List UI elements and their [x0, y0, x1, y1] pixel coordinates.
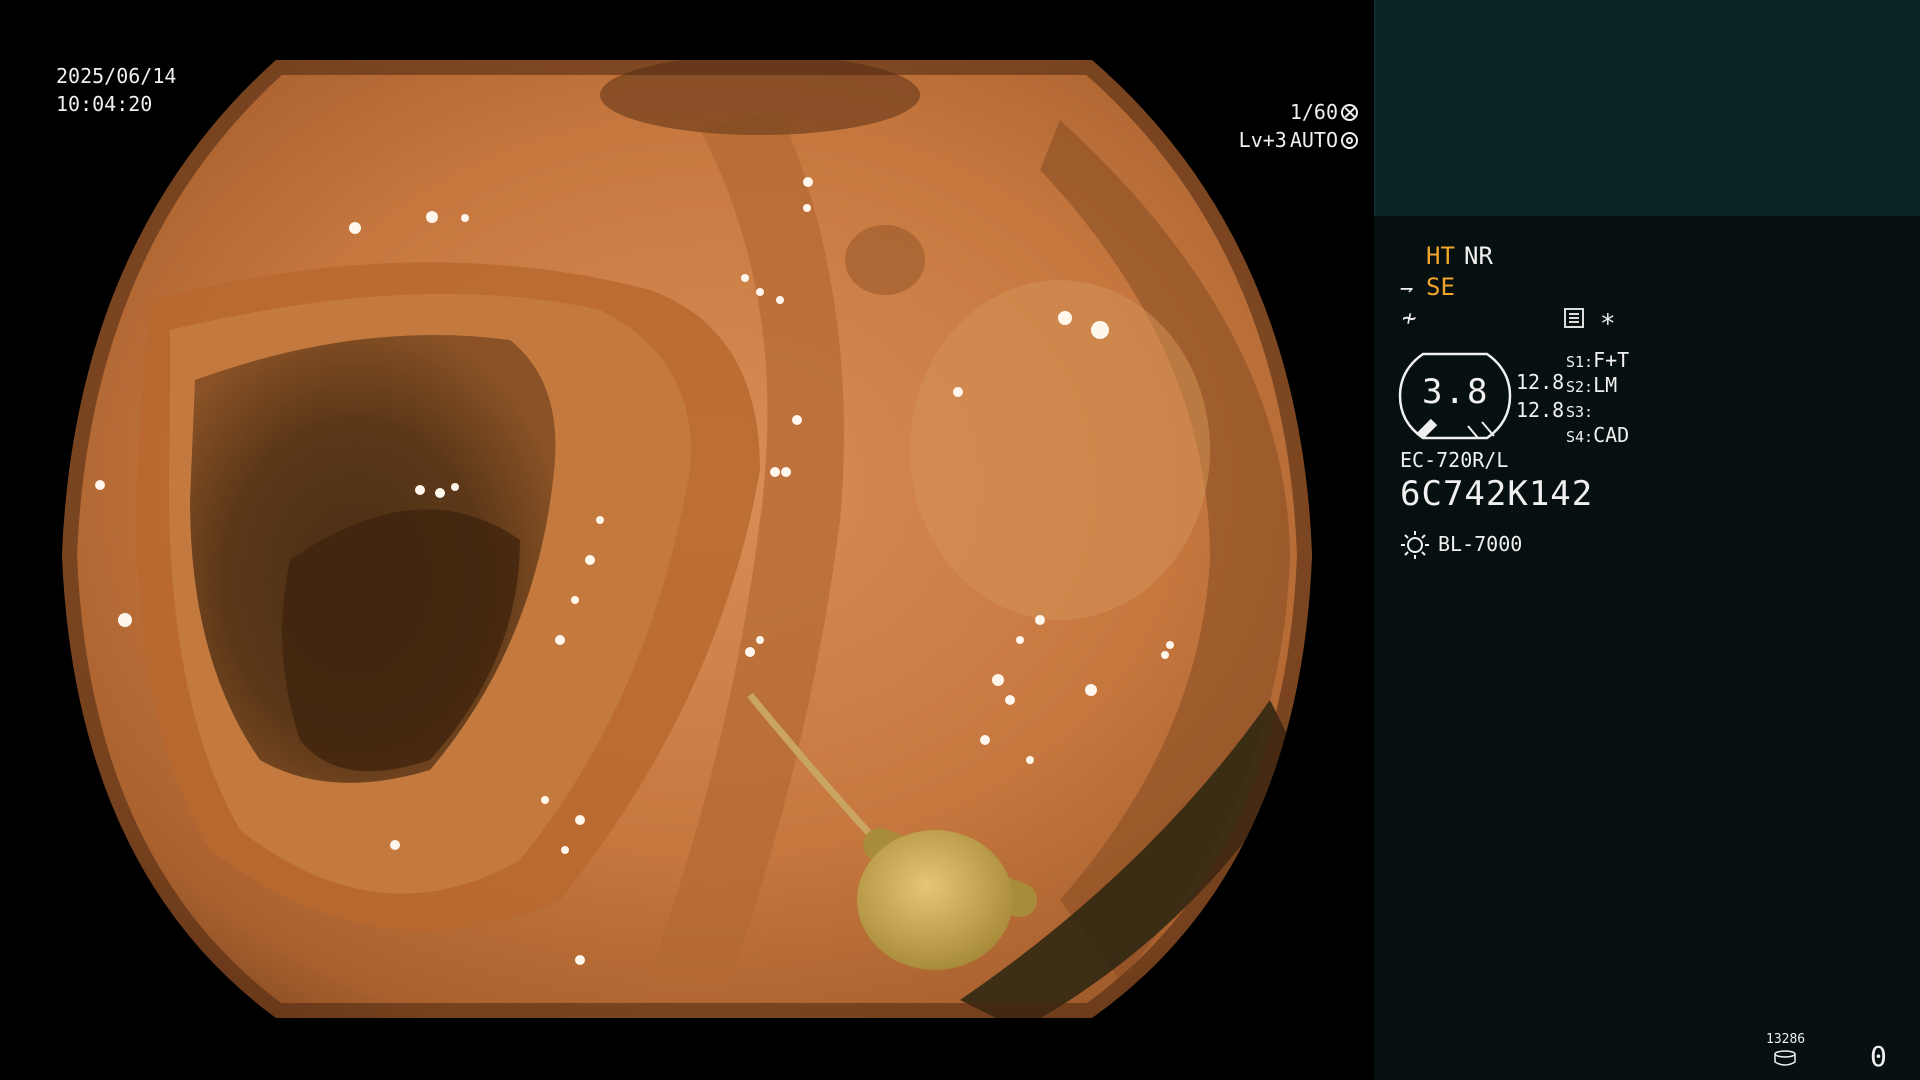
exam-time: 10:04:20: [56, 92, 153, 116]
menu-icon: [1564, 308, 1584, 328]
switch-slot-4: S4:CAD: [1566, 423, 1629, 447]
endoscope-view: 2025/06/14 10:04:20 1/60 Lv+3 AUTO: [0, 0, 1374, 1080]
switch-slot-3: S3:: [1566, 398, 1593, 422]
exam-date: 2025/06/14: [56, 64, 177, 88]
storage-counter-label: 13286: [1766, 1032, 1806, 1047]
slot-key: S3:: [1566, 403, 1594, 421]
iris-icon: [1341, 131, 1358, 149]
nr-mode-label: NR: [1464, 242, 1493, 270]
switch-slot-2: S2:LM: [1566, 373, 1617, 397]
switch-slot-1: S1:F+T: [1566, 348, 1629, 372]
slot-value: F+T: [1593, 348, 1630, 372]
exposure-overlay: 1/60 Lv+3 AUTO: [1239, 98, 1358, 154]
slot-key: S2:: [1566, 378, 1594, 396]
datetime-overlay: 2025/06/14 10:04:20: [56, 62, 176, 118]
iris-mode: AUTO: [1289, 128, 1338, 152]
slot-key: S4:: [1566, 428, 1594, 446]
zoom-value-2: 12.8: [1516, 398, 1565, 422]
scope-serial: 6C742K142: [1400, 474, 1594, 514]
slot-value: LM: [1593, 373, 1618, 397]
slot-value: CAD: [1593, 423, 1630, 447]
star-indicator: ∗: [1600, 304, 1616, 334]
se-mode-label: SE: [1426, 273, 1455, 301]
ht-mode-label: HT: [1426, 242, 1455, 270]
scope-model: EC-720R/L: [1400, 448, 1509, 472]
capture-count: 0: [1870, 1040, 1887, 1073]
iris-row: Lv+3 AUTO: [1239, 126, 1358, 154]
endoscope-image: [62, 60, 1312, 1018]
shutter-icon: [1341, 103, 1358, 121]
iris-level: Lv+3: [1238, 128, 1287, 152]
panel-header-area: [1374, 0, 1920, 216]
freeze-status-icon: ≁: [1402, 304, 1417, 332]
light-source: BL-7000: [1438, 532, 1523, 556]
disk-icon: [1774, 1050, 1796, 1066]
gauge-value: 3.8: [1422, 372, 1490, 412]
shutter-row: 1/60: [1239, 98, 1358, 126]
zoom-value-1: 12.8: [1516, 370, 1565, 394]
sun-icon: [1401, 531, 1429, 559]
wand-icon: ⇁: [1400, 276, 1414, 301]
shutter-speed: 1/60: [1289, 100, 1338, 124]
info-panel: HT NR ⇁ SE ≁ ∗ 3.8 12.8 12.8 S1:F+T S2:L…: [1374, 0, 1920, 1080]
slot-key: S1:: [1566, 353, 1594, 371]
